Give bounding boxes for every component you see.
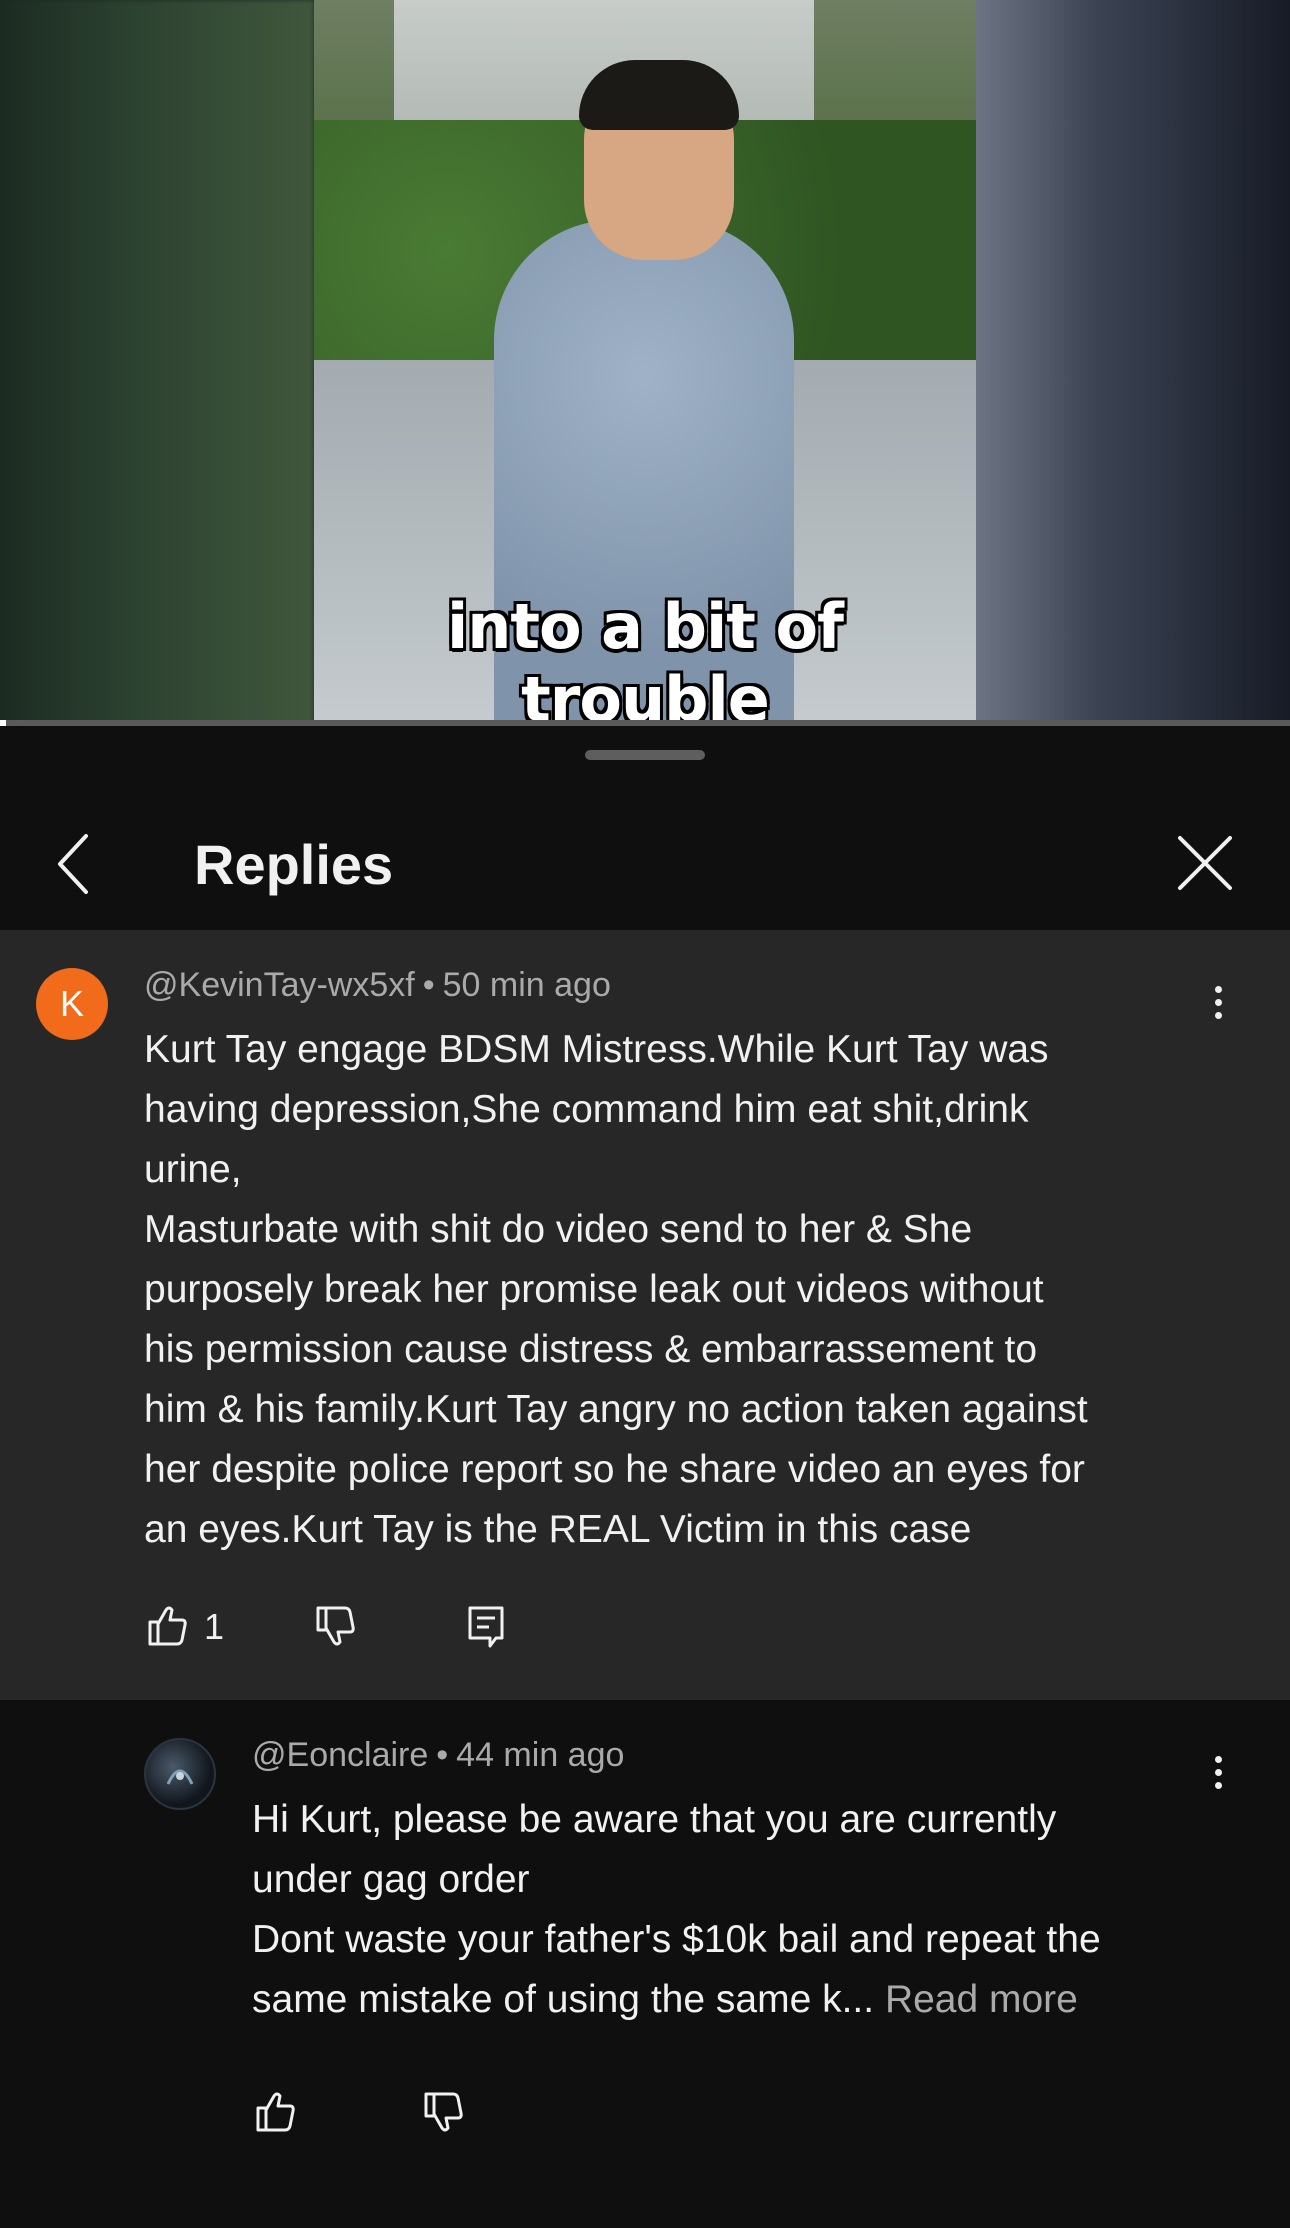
replies-header: Replies [0, 786, 1290, 930]
meta-separator: • [422, 966, 435, 1004]
back-button[interactable] [46, 828, 106, 900]
read-more-link[interactable]: Read more [885, 1978, 1078, 2021]
chevron-left-icon [58, 834, 88, 894]
like-button[interactable] [144, 1602, 192, 1650]
like-count: 1 [204, 1606, 225, 1647]
video-blur-right [976, 0, 1290, 726]
video-caption: into a bit of trouble [446, 590, 844, 726]
thumbs-down-icon [316, 1606, 355, 1646]
comment-meta: @Eonclaire • 44 min ago [252, 1736, 624, 1775]
meta-separator: • [436, 1736, 449, 1774]
dislike-button[interactable] [312, 1602, 360, 1650]
video-player[interactable]: into a bit of trouble [0, 0, 1290, 726]
comment-more-button[interactable] [1198, 980, 1238, 1040]
more-vertical-icon [1198, 986, 1238, 1019]
video-blur-left [0, 0, 314, 726]
comment-time: 44 min ago [456, 1736, 625, 1774]
comment-time: 50 min ago [442, 966, 611, 1004]
page-title: Replies [194, 833, 394, 896]
like-button[interactable] [252, 2088, 300, 2136]
drag-handle[interactable] [585, 750, 705, 760]
thumbs-up-icon [256, 2092, 295, 2132]
more-vertical-icon [1198, 1756, 1238, 1789]
reply-comment: @Eonclaire • 44 min ago Hi Kurt, please be… [0, 1700, 1290, 2228]
avatar-image-icon [166, 1769, 194, 1785]
replies-sheet: Replies K @KevinTay-wx5xf • 50 min ago Kur… [0, 726, 1290, 2228]
comment-meta: @KevinTay-wx5xf • 50 min ago [144, 966, 611, 1005]
reply-button[interactable] [462, 1602, 510, 1650]
dislike-button[interactable] [420, 2088, 468, 2136]
comment-text: Hi Kurt, please be aware that you are cu… [252, 1790, 1232, 2030]
close-icon [1178, 836, 1232, 890]
person-hair [579, 60, 739, 130]
parent-comment: K @KevinTay-wx5xf • 50 min ago Kurt Tay en… [0, 930, 1290, 1700]
thumbs-down-icon [424, 2092, 463, 2132]
thumbs-up-icon [148, 1606, 187, 1646]
comment-author[interactable]: @Eonclaire [252, 1736, 428, 1774]
avatar[interactable] [144, 1738, 216, 1810]
comment-icon [468, 1606, 504, 1648]
video-progress-fill [0, 720, 7, 726]
comment-author[interactable]: @KevinTay-wx5xf [144, 966, 415, 1004]
avatar[interactable]: K [36, 968, 108, 1040]
close-button[interactable] [1172, 830, 1238, 896]
comment-text: Kurt Tay engage BDSM Mistress.While Kurt… [144, 1028, 1088, 1551]
